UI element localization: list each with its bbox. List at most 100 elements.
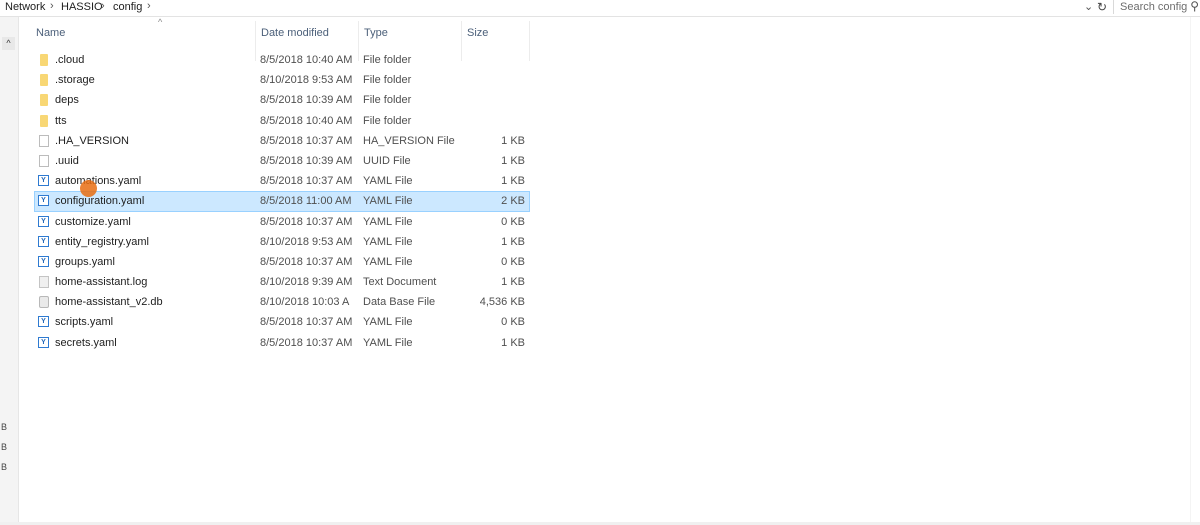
yaml-file-icon: Y [38,175,49,187]
file-name: entity_registry.yaml [55,235,149,248]
cursor-highlight [80,180,97,197]
folder-icon [40,74,48,87]
column-header-type[interactable]: Type [364,27,388,39]
nav-item-fragment[interactable]: B [1,462,7,472]
file-type: YAML File [363,175,413,188]
file-name: automations.yaml [55,175,142,188]
column-header-size[interactable]: Size [467,27,488,39]
file-icon [39,134,49,147]
file-row[interactable]: Ycustomize.yaml 8/5/2018 10:37 AM YAML Fil… [34,212,530,232]
breadcrumb-network[interactable]: Network [5,1,45,13]
yaml-file-icon: Y [38,316,49,328]
file-name: home-assistant_v2.db [55,296,163,309]
file-icon [39,154,49,167]
column-header-name[interactable]: Name [36,27,65,39]
file-row[interactable]: .cloud 8/5/2018 10:40 AM File folder [34,50,530,70]
refresh-icon[interactable]: ↻ [1097,0,1107,14]
file-date-modified: 8/5/2018 10:37 AM [260,215,353,228]
breadcrumb-hassio[interactable]: HASSIO [61,1,103,13]
file-date-modified: 8/10/2018 9:53 AM [260,74,353,87]
file-date-modified: 8/10/2018 10:03 A [260,296,350,309]
file-type: Data Base File [363,296,436,309]
file-date-modified: 8/5/2018 10:37 AM [260,134,353,147]
file-date-modified: 8/5/2018 10:37 AM [260,316,353,329]
yaml-file-icon: Y [38,235,49,247]
file-size: 0 KB [501,215,525,228]
folder-icon [40,54,48,66]
file-row[interactable]: .uuid 8/5/2018 10:39 AM UUID File 1 KB [34,151,530,171]
file-type: YAML File [363,235,413,248]
file-type: UUID File [363,154,411,167]
file-size: 0 KB [501,316,525,329]
file-row[interactable]: home-assistant_v2.db 8/10/2018 10:03 A Dat… [34,292,530,312]
column-header-date[interactable]: Date modified [261,27,329,39]
breadcrumb-separator[interactable]: › [50,0,54,12]
file-type: YAML File [363,336,413,349]
nav-item-fragment[interactable]: B [1,442,7,452]
file-list[interactable]: .cloud 8/5/2018 10:40 AM File folder .stora… [34,50,530,353]
file-row[interactable]: .HA_VERSION 8/5/2018 10:37 AM HA_VERSION F… [34,131,530,151]
breadcrumb-config[interactable]: config [113,1,142,13]
file-type: Text Document [363,276,437,289]
file-size: 1 KB [501,175,525,188]
database-file-icon [39,296,49,309]
text-document-icon [39,276,49,289]
breadcrumb-separator[interactable]: › [147,0,151,12]
file-row[interactable]: tts 8/5/2018 10:40 AM File folder [34,111,530,131]
nav-item-fragment[interactable]: B [1,422,7,432]
address-bar[interactable]: Network › HASSIO › config › ⌄ ↻ Search c… [0,0,1200,17]
file-name: configuration.yaml [55,195,145,208]
file-row[interactable]: Yentity_registry.yaml 8/10/2018 9:53 AM YA… [34,232,530,252]
file-type: HA_VERSION File [363,134,455,147]
navigation-pane[interactable]: ^ B B B [0,17,19,525]
file-row[interactable]: Yautomations.yaml 8/5/2018 10:37 AM YAML F… [34,171,530,191]
file-row[interactable]: Yconfiguration.yaml 8/5/2018 11:00 AM YAML… [34,191,530,212]
search-icon[interactable]: ⚲ [1190,0,1199,13]
file-size: 1 KB [501,154,525,167]
search-placeholder: Search config [1120,1,1188,13]
file-type: YAML File [363,316,413,329]
yaml-file-icon: Y [38,195,49,207]
window-edge [1190,17,1191,525]
file-name: .storage [55,74,95,87]
file-row[interactable]: Ygroups.yaml 8/5/2018 10:37 AM YAML File 0 … [34,252,530,272]
file-date-modified: 8/10/2018 9:39 AM [260,276,353,289]
search-input[interactable]: Search config ⚲ [1113,0,1200,14]
file-date-modified: 8/5/2018 10:37 AM [260,336,353,349]
folder-icon [40,114,48,127]
file-date-modified: 8/5/2018 10:37 AM [260,175,353,188]
file-size: 0 KB [501,255,525,268]
yaml-file-icon: Y [38,215,49,227]
file-size: 2 KB [501,195,525,208]
file-name: tts [55,114,67,127]
file-date-modified: 8/5/2018 10:40 AM [260,114,353,127]
folder-icon [40,94,48,107]
file-date-modified: 8/5/2018 10:39 AM [260,94,353,107]
file-name: customize.yaml [55,215,131,228]
scroll-up-button[interactable]: ^ [2,37,15,50]
file-date-modified: 8/5/2018 10:37 AM [260,255,353,268]
file-row[interactable]: .storage 8/10/2018 9:53 AM File folder [34,70,530,90]
file-name: .HA_VERSION [55,134,129,147]
file-date-modified: 8/5/2018 10:40 AM [260,54,353,66]
file-type: File folder [363,74,412,87]
yaml-file-icon: Y [38,255,49,267]
file-row[interactable]: home-assistant.log 8/10/2018 9:39 AM Text … [34,272,530,292]
file-name: home-assistant.log [55,276,148,289]
file-row[interactable]: Ysecrets.yaml 8/5/2018 10:37 AM YAML File 1… [34,333,530,353]
file-type: YAML File [363,255,413,268]
sort-ascending-icon: ^ [158,17,163,27]
file-name: groups.yaml [55,255,115,268]
column-headers: ^ Name Date modified Type Size [18,17,1200,61]
breadcrumb-separator[interactable]: › [101,0,105,12]
file-size: 1 KB [501,134,525,147]
file-name: scripts.yaml [55,316,114,329]
file-size: 4,536 KB [479,296,525,309]
file-type: YAML File [363,215,413,228]
file-row[interactable]: Yscripts.yaml 8/5/2018 10:37 AM YAML File 0… [34,312,530,332]
chevron-down-icon[interactable]: ⌄ [1084,0,1093,13]
file-name: secrets.yaml [55,336,117,349]
file-date-modified: 8/5/2018 11:00 AM [260,195,352,208]
file-name: .cloud [55,54,85,66]
file-row[interactable]: deps 8/5/2018 10:39 AM File folder [34,90,530,110]
